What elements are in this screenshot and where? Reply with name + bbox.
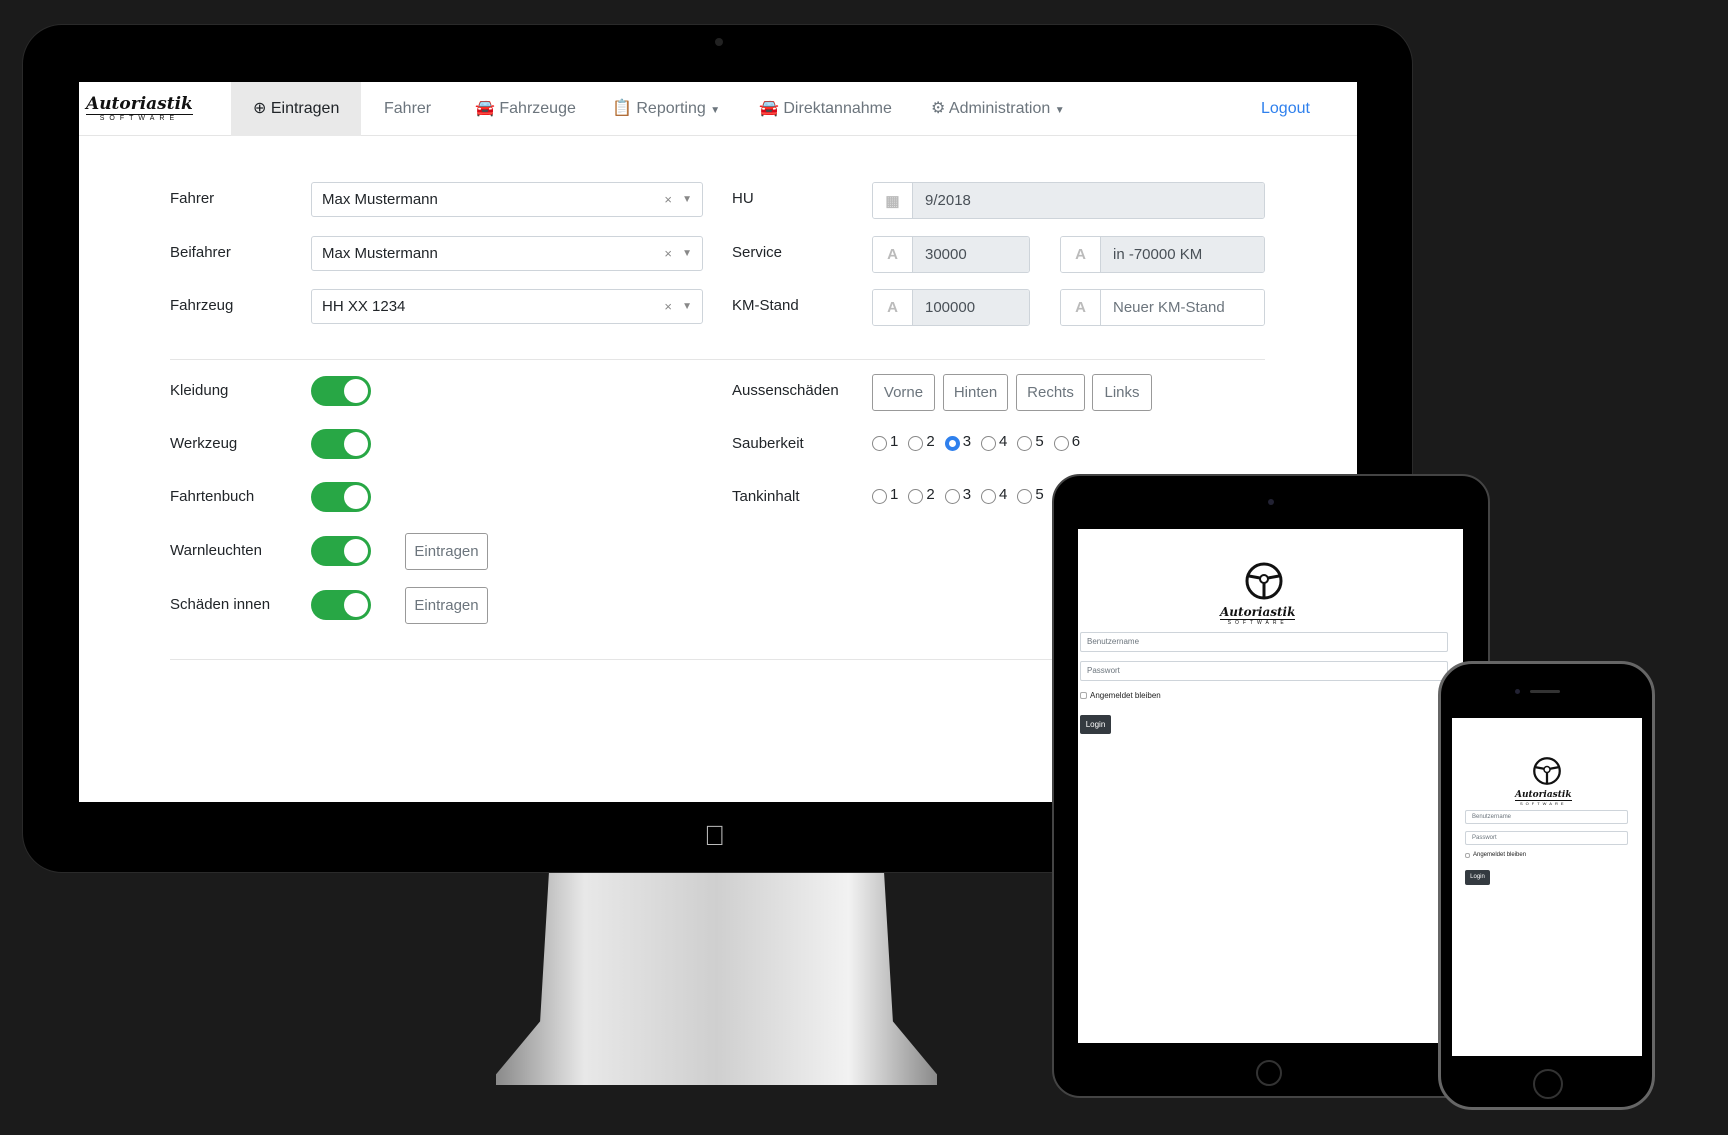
km-stand-field: A 100000 [872, 289, 1030, 326]
clear-icon[interactable]: × [664, 183, 672, 216]
sauberkeit-label: Sauberkeit [732, 435, 804, 452]
logout-link[interactable]: Logout [1261, 82, 1310, 136]
plus-circle-icon: ⊕ [253, 100, 267, 117]
username-input[interactable]: Benutzername [1080, 632, 1448, 652]
toggle-label: Werkzeug [170, 435, 238, 452]
caret-down-icon: ▼ [710, 105, 721, 116]
radio-option[interactable]: 2 [908, 432, 935, 451]
camera-icon [1515, 689, 1520, 694]
hu-field: ▦ 9/2018 [872, 182, 1265, 219]
username-input[interactable]: Benutzername [1465, 810, 1628, 824]
login-button[interactable]: Login [1465, 870, 1490, 885]
radio-option[interactable]: 5 [1017, 432, 1044, 451]
car-icon: 🚘 [475, 100, 495, 117]
home-button[interactable] [1256, 1060, 1282, 1086]
aussenschaeden-label: Aussenschäden [732, 382, 839, 399]
nav-direktannahme[interactable]: 🚘 Direktannahme [759, 82, 892, 136]
toggle-label: Kleidung [170, 382, 229, 399]
toggle-label: Schäden innen [170, 596, 271, 613]
logo: Autoriastik SOFTWARE [86, 94, 193, 122]
tankinhalt-radio-group: 1 2 3 4 5 [872, 485, 1044, 504]
nav-administration[interactable]: ⚙ Administration ▼ [931, 82, 1065, 136]
road-icon: A [873, 237, 913, 272]
radio-option[interactable]: 1 [872, 432, 898, 451]
phone-screen: Autoriastik SOFTWARE Benutzername Passwor… [1452, 718, 1642, 1056]
road-icon: A [1061, 290, 1101, 325]
sauberkeit-radio-group: 1 2 3 4 5 6 [872, 432, 1080, 451]
warnleuchten-toggle[interactable] [311, 536, 371, 566]
monitor-stand [496, 873, 937, 1085]
radio-option[interactable]: 3 [944, 485, 971, 504]
clipboard-icon: 📋 [612, 100, 632, 117]
radio-option[interactable]: 1 [872, 485, 898, 504]
chevron-down-icon: ▼ [682, 248, 692, 259]
rechts-button[interactable]: Rechts [1016, 374, 1085, 411]
nav-fahrer[interactable]: Fahrer [384, 82, 431, 136]
service-label: Service [732, 244, 783, 261]
toggle-label: Warnleuchten [170, 542, 262, 559]
nav-fahrzeuge[interactable]: 🚘 Fahrzeuge [475, 82, 576, 136]
gear-icon: ⚙ [931, 100, 946, 117]
chevron-down-icon: ▼ [682, 301, 692, 312]
speaker-grille [1530, 690, 1560, 693]
calendar-icon: ▦ [873, 183, 913, 218]
service-remaining-field: Ain -70000 KM [1060, 236, 1265, 273]
radio-option[interactable]: 2 [908, 485, 935, 504]
fahrtenbuch-toggle[interactable] [311, 482, 371, 512]
radio-option[interactable]: 6 [1053, 432, 1080, 451]
remember-checkbox[interactable]: Angemeldet bleiben [1080, 691, 1161, 700]
radio-option[interactable]: 5 [1017, 485, 1044, 504]
tablet-screen: Autoriastik SOFTWARE Benutzername Passwor… [1078, 529, 1463, 1043]
car-icon: 🚘 [759, 100, 779, 117]
schaeden-innen-toggle[interactable] [311, 590, 371, 620]
beifahrer-label: Beifahrer [170, 244, 231, 261]
password-input[interactable]: Passwort [1080, 661, 1448, 681]
apple-logo-icon:  [704, 820, 725, 852]
new-km-input[interactable]: A Neuer KM-Stand [1060, 289, 1265, 326]
clear-icon[interactable]: × [664, 290, 672, 323]
radio-option[interactable]: 3 [944, 432, 971, 451]
tankinhalt-label: Tankinhalt [732, 488, 800, 505]
camera-icon [715, 38, 723, 46]
fahrzeug-label: Fahrzeug [170, 297, 234, 314]
navbar: Autoriastik SOFTWARE ⊕ Eintragen Fahrer 🚘… [79, 82, 1357, 136]
hu-label: HU [732, 190, 754, 207]
service-field: A 30000 [872, 236, 1030, 273]
radio-option[interactable]: 4 [981, 432, 1007, 451]
km-stand-label: KM-Stand [732, 297, 799, 314]
steering-wheel-icon [1533, 757, 1561, 785]
links-button[interactable]: Links [1092, 374, 1152, 411]
warnleuchten-eintragen-button[interactable]: Eintragen [405, 533, 488, 570]
logo: Autoriastik SOFTWARE [1515, 790, 1572, 806]
fahrzeug-select[interactable]: HH XX 1234 × ▼ [311, 289, 703, 324]
road-icon: A [1061, 237, 1101, 272]
beifahrer-select[interactable]: Max Mustermann × ▼ [311, 236, 703, 271]
toggle-label: Fahrtenbuch [170, 488, 255, 505]
camera-icon [1268, 499, 1274, 505]
caret-down-icon: ▼ [1054, 105, 1065, 116]
fahrer-label: Fahrer [170, 190, 215, 207]
radio-option[interactable]: 4 [981, 485, 1007, 504]
nav-reporting[interactable]: 📋 Reporting ▼ [612, 82, 720, 136]
vorne-button[interactable]: Vorne [872, 374, 935, 411]
home-button[interactable] [1533, 1069, 1563, 1099]
steering-wheel-icon [1245, 562, 1283, 600]
kleidung-toggle[interactable] [311, 376, 371, 406]
clear-icon[interactable]: × [664, 237, 672, 270]
schaeden-innen-eintragen-button[interactable]: Eintragen [405, 587, 488, 624]
road-icon: A [873, 290, 913, 325]
logo: Autoriastik SOFTWARE [1220, 605, 1296, 626]
login-button[interactable]: Login [1080, 715, 1111, 734]
nav-eintragen[interactable]: ⊕ Eintragen [231, 82, 362, 136]
fahrer-select[interactable]: Max Mustermann × ▼ [311, 182, 703, 217]
remember-checkbox[interactable]: Angemeldet bleiben [1465, 852, 1526, 858]
hinten-button[interactable]: Hinten [943, 374, 1008, 411]
chevron-down-icon: ▼ [682, 194, 692, 205]
password-input[interactable]: Passwort [1465, 831, 1628, 845]
werkzeug-toggle[interactable] [311, 429, 371, 459]
divider [170, 359, 1265, 360]
